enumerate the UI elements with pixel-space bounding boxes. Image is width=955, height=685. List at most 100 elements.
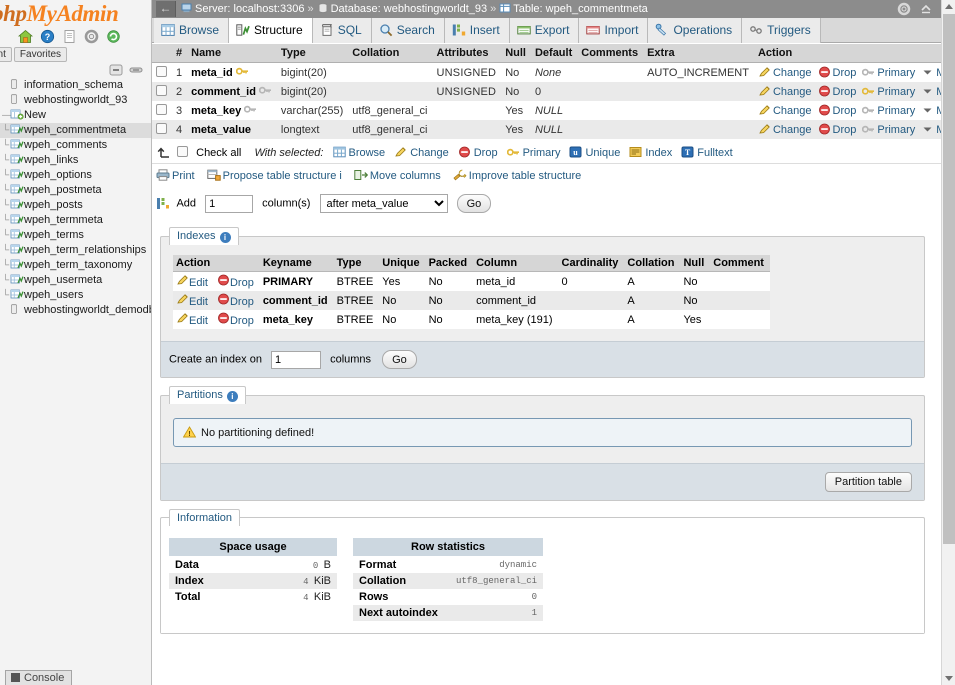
- index-drop-cell[interactable]: Drop: [214, 272, 260, 292]
- with-selected-fulltext[interactable]: TFulltext: [681, 147, 732, 159]
- index-edit-cell[interactable]: Edit: [173, 310, 214, 329]
- with-selected-unique[interactable]: uUnique: [569, 147, 620, 159]
- row-action-label[interactable]: Change: [773, 86, 812, 98]
- row-action-more[interactable]: More: [921, 124, 941, 136]
- select-all-arrow-icon[interactable]: [156, 145, 174, 159]
- help-icon[interactable]: ?: [40, 29, 55, 44]
- index-edit-label[interactable]: Edit: [189, 277, 208, 289]
- row-action-more[interactable]: More: [921, 86, 941, 98]
- tree-item-wpeh-commentmeta[interactable]: └wpeh_commentmeta: [0, 123, 151, 138]
- tree-item-wpeh-usermeta[interactable]: └wpeh_usermeta: [0, 273, 151, 288]
- row-action-more[interactable]: More: [921, 67, 941, 79]
- tool-move-columns[interactable]: Move columns: [354, 170, 441, 182]
- home-icon[interactable]: [18, 29, 33, 44]
- breadcrumb-table[interactable]: Table: wpeh_commentmeta: [513, 3, 648, 15]
- row-action-primary[interactable]: Primary: [862, 67, 915, 79]
- row-action-change[interactable]: Change: [758, 124, 812, 136]
- row-action-label[interactable]: Drop: [833, 86, 857, 98]
- row-action-primary[interactable]: Primary: [862, 105, 915, 117]
- index-drop-cell[interactable]: Drop: [214, 291, 260, 310]
- row-action-label[interactable]: Primary: [877, 105, 915, 117]
- structure-header-comments[interactable]: Comments: [577, 44, 643, 63]
- tab-search[interactable]: Search: [372, 18, 445, 43]
- tab-browse[interactable]: Browse: [154, 18, 229, 43]
- tree-item-wpeh-comments[interactable]: └wpeh_comments: [0, 138, 151, 153]
- with-selected-change[interactable]: Change: [394, 147, 449, 159]
- tab-export[interactable]: Export: [510, 18, 580, 43]
- with-selected-index[interactable]: Index: [629, 147, 672, 159]
- tree-item-new[interactable]: —New: [0, 108, 151, 123]
- console-bar[interactable]: Console: [5, 670, 72, 685]
- index-edit-cell[interactable]: Edit: [173, 291, 214, 310]
- structure-header--[interactable]: #: [172, 44, 187, 63]
- row-checkbox-cell[interactable]: [152, 120, 172, 139]
- breadcrumb-server[interactable]: Server: localhost:3306: [195, 3, 304, 15]
- structure-row[interactable]: 4meta_valuelongtextutf8_general_ciYesNUL…: [152, 120, 941, 139]
- create-index-count-input[interactable]: [271, 351, 321, 369]
- row-checkbox[interactable]: [156, 123, 167, 134]
- tree-item-information-schema[interactable]: information_schema: [0, 78, 151, 93]
- row-action-label[interactable]: Change: [773, 67, 812, 79]
- phpmyadmin-logo[interactable]: phpMyAdmin: [0, 1, 151, 27]
- structure-header-attributes[interactable]: Attributes: [433, 44, 502, 63]
- tree-item-wpeh-terms[interactable]: └wpeh_terms: [0, 228, 151, 243]
- tool-improve-table-structure[interactable]: Improve table structure: [453, 170, 582, 182]
- index-row[interactable]: EditDropPRIMARYBTREEYesNometa_id0ANo: [173, 272, 770, 292]
- nav-tab-recent[interactable]: ent: [0, 47, 12, 62]
- with-selected-primary[interactable]: Primary: [507, 147, 561, 159]
- row-action-primary[interactable]: Primary: [862, 124, 915, 136]
- row-action-label[interactable]: Drop: [833, 67, 857, 79]
- settings-icon[interactable]: [84, 29, 99, 44]
- add-column-go-button[interactable]: Go: [457, 194, 492, 213]
- row-action-more[interactable]: More: [921, 105, 941, 117]
- row-action-label[interactable]: Drop: [833, 124, 857, 136]
- scroll-down-arrow[interactable]: [942, 672, 955, 685]
- back-button[interactable]: ←: [156, 1, 176, 17]
- tree-item-wpeh-posts[interactable]: └wpeh_posts: [0, 198, 151, 213]
- structure-row[interactable]: 3meta_keyvarchar(255)utf8_general_ciYesN…: [152, 101, 941, 120]
- row-action-change[interactable]: Change: [758, 67, 812, 79]
- row-action-label[interactable]: Primary: [877, 124, 915, 136]
- create-index-go-button[interactable]: Go: [382, 350, 417, 369]
- row-checkbox[interactable]: [156, 104, 167, 115]
- row-action-label[interactable]: Change: [773, 105, 812, 117]
- docs-icon[interactable]: [62, 29, 77, 44]
- structure-header-name[interactable]: Name: [187, 44, 277, 63]
- vertical-scrollbar[interactable]: [941, 0, 955, 685]
- structure-row[interactable]: 2comment_idbigint(20)UNSIGNEDNo0ChangeDr…: [152, 82, 941, 101]
- reload-icon[interactable]: [106, 29, 121, 44]
- partitions-info-icon[interactable]: i: [227, 391, 238, 402]
- gear-icon[interactable]: [897, 2, 911, 16]
- tree-item-wpeh-links[interactable]: └wpeh_links: [0, 153, 151, 168]
- structure-header-null[interactable]: Null: [501, 44, 531, 63]
- tool-propose-table-structure[interactable]: Propose table structure i: [207, 170, 342, 182]
- breadcrumb-database[interactable]: Database: webhostingworldt_93: [331, 3, 488, 15]
- row-action-primary[interactable]: Primary: [862, 86, 915, 98]
- row-action-label[interactable]: Change: [773, 124, 812, 136]
- index-edit-cell[interactable]: Edit: [173, 272, 214, 292]
- row-action-drop[interactable]: Drop: [818, 124, 857, 136]
- tree-item-wpeh-term-taxonomy[interactable]: └wpeh_term_taxonomy: [0, 258, 151, 273]
- tree-item-wpeh-term-relationships[interactable]: └wpeh_term_relationships: [0, 243, 151, 258]
- structure-row[interactable]: 1meta_idbigint(20)UNSIGNEDNoNoneAUTO_INC…: [152, 63, 941, 83]
- index-drop-cell[interactable]: Drop: [214, 310, 260, 329]
- row-checkbox-cell[interactable]: [152, 63, 172, 83]
- row-action-change[interactable]: Change: [758, 86, 812, 98]
- tab-structure[interactable]: Structure: [229, 18, 313, 43]
- row-action-drop[interactable]: Drop: [818, 67, 857, 79]
- with-selected-drop[interactable]: Drop: [458, 147, 498, 159]
- nav-tab-favorites[interactable]: Favorites: [14, 47, 67, 62]
- partition-table-button[interactable]: Partition table: [825, 472, 912, 492]
- index-drop-label[interactable]: Drop: [230, 296, 254, 308]
- tool-print[interactable]: Print: [156, 170, 195, 182]
- row-checkbox[interactable]: [156, 66, 167, 77]
- tab-operations[interactable]: Operations: [648, 18, 742, 43]
- collapse-icon[interactable]: [919, 2, 933, 16]
- tab-insert[interactable]: Insert: [445, 18, 510, 43]
- index-drop-label[interactable]: Drop: [230, 277, 254, 289]
- index-edit-label[interactable]: Edit: [189, 315, 208, 327]
- row-action-label[interactable]: Primary: [877, 86, 915, 98]
- tree-item-wpeh-termmeta[interactable]: └wpeh_termmeta: [0, 213, 151, 228]
- row-checkbox-cell[interactable]: [152, 101, 172, 120]
- tree-item-wpeh-users[interactable]: └wpeh_users: [0, 288, 151, 303]
